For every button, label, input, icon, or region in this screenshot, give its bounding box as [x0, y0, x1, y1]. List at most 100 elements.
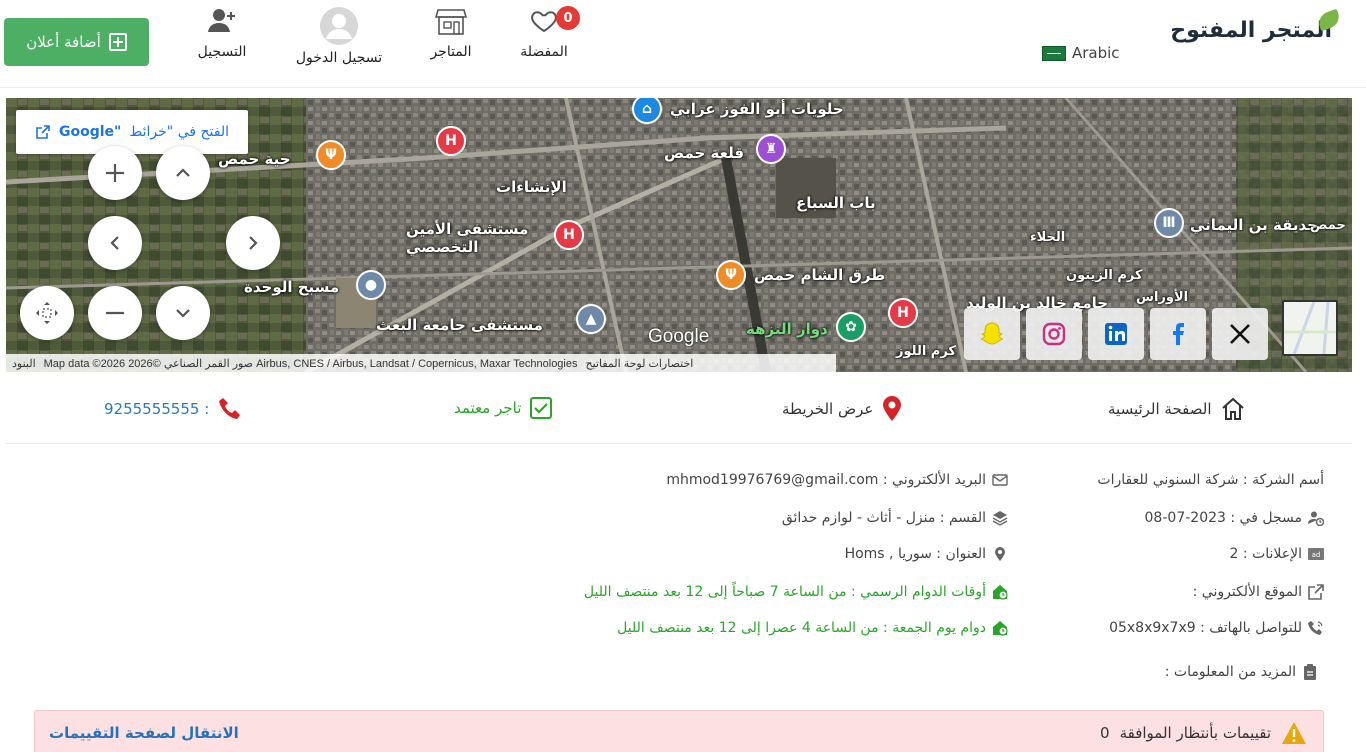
store-clock-icon: [993, 585, 1008, 600]
email-row: البريد الألكتروني : mhmod19976769@gmail.…: [666, 472, 1008, 488]
nav-register[interactable]: التسجيل: [190, 6, 254, 60]
museum-pin-icon[interactable]: Ⅲ: [1154, 208, 1184, 238]
park-pin-icon[interactable]: ✿: [836, 312, 866, 342]
phone-link[interactable]: 9255555555 :: [104, 396, 243, 422]
restaurant-pin-icon[interactable]: Ψ: [316, 140, 346, 170]
pan-up-button[interactable]: [156, 146, 210, 200]
layers-icon: [992, 511, 1008, 526]
nav-stores[interactable]: المتاجر: [420, 6, 482, 60]
go-to-reviews-link[interactable]: الانتقال لصفحة التقييمات: [49, 724, 239, 742]
more-info-row[interactable]: المزيد من المعلومات :: [1165, 664, 1318, 680]
store-icon: [435, 9, 467, 35]
keyboard-shortcuts-link[interactable]: اختصارات لوحة المفاتيح: [586, 357, 694, 370]
map-embed[interactable]: حلويات أبو الفوز عرابي قلعة حمص حية حمص …: [6, 98, 1352, 372]
address-row: العنوان : سوريا , Homs: [845, 546, 1008, 562]
instagram-icon: [1042, 322, 1066, 346]
ads-count: الإعلانات : 2: [1229, 546, 1302, 562]
open-in-google-maps-button[interactable]: Google" الفتح في "خرائط: [16, 110, 248, 154]
landmark-pin-icon[interactable]: ♜: [756, 134, 786, 164]
x-twitter-button[interactable]: [1212, 308, 1268, 360]
recenter-button[interactable]: [20, 286, 74, 340]
place-label: قلعة حمص: [664, 144, 745, 162]
company-name: أسم الشركة : شركة السنوني للعقارات: [1097, 472, 1324, 488]
language-switcher[interactable]: Arabic: [1042, 44, 1120, 62]
place-label: كرم اللوز: [896, 344, 956, 359]
google-brand-text: Google": [59, 124, 122, 140]
verified-label: تاجر معتمد: [454, 399, 522, 417]
x-icon: [1230, 324, 1250, 344]
logo-leaf-icon: [1315, 8, 1343, 32]
saudi-flag-icon: [1042, 45, 1066, 61]
zoom-out-button[interactable]: [88, 286, 142, 340]
map-thumbnail-icon: [1284, 301, 1336, 355]
place-label: حمص: [1310, 218, 1346, 233]
map-pin-icon[interactable]: ●: [356, 270, 386, 300]
home-label: الصفحة الرئيسية: [1108, 400, 1212, 418]
favorites-label: المفضلة: [520, 44, 568, 60]
home-icon: [1221, 397, 1244, 420]
registered-date-row: مسجل في : 2023-07-08: [1145, 510, 1324, 526]
chevron-left-icon: [110, 236, 119, 250]
registered-date: مسجل في : 2023-07-08: [1144, 510, 1302, 526]
more-info-label: المزيد من المعلومات :: [1164, 664, 1296, 680]
view-map-link[interactable]: عرض الخريطة: [782, 396, 903, 422]
facebook-button[interactable]: [1150, 308, 1206, 360]
category-row: القسم : منزل - أثاث - لوازم حدائق: [782, 510, 1008, 526]
nav-login[interactable]: تسجيل الدخول: [288, 6, 390, 66]
snapchat-button[interactable]: [964, 308, 1020, 360]
hospital-pin-icon[interactable]: H: [888, 298, 918, 328]
working-hours: أوقات الدوام الرسمي : من الساعة 7 صباحاً…: [583, 584, 986, 600]
ads-count-row: ad الإعلانات : 2: [1230, 546, 1324, 562]
pan-left-button[interactable]: [88, 216, 142, 270]
linkedin-button[interactable]: [1088, 308, 1144, 360]
pending-reviews-alert: الانتقال لصفحة التقييمات تقييمات بأنتظار…: [34, 710, 1324, 752]
verified-merchant-badge: تاجر معتمد: [454, 396, 553, 420]
view-map-label: عرض الخريطة: [782, 400, 874, 418]
website-label: الموقع الألكتروني :: [1192, 584, 1302, 600]
map-type-thumbnail[interactable]: [1282, 300, 1338, 356]
svg-text:ad: ad: [1312, 551, 1321, 559]
google-watermark: Google: [648, 326, 710, 347]
place-label: طرق الشام حمص: [754, 266, 886, 284]
website-row: الموقع الألكتروني :: [1193, 584, 1324, 600]
place-label: كرم الزيتون: [1066, 268, 1143, 283]
phone-contact-row: للتواصل بالهاتف : 05x8x9x7x9: [1109, 620, 1324, 636]
hospital-pin-icon[interactable]: H: [436, 126, 466, 156]
map-data-text: Map data ©2026 2026© صور القمر الصناعي A…: [43, 357, 578, 370]
university-pin-icon[interactable]: ▲: [576, 304, 606, 334]
add-ad-button[interactable]: أضافة أعلان: [4, 18, 149, 66]
plus-square-icon: [108, 33, 127, 51]
ad-icon: ad: [1308, 548, 1324, 560]
pending-reviews-count: 0: [1100, 724, 1110, 742]
place-label: الإنشاءات: [496, 178, 567, 196]
company-name-row: أسم الشركة : شركة السنوني للعقارات: [1097, 472, 1324, 488]
facebook-icon: [1173, 323, 1184, 345]
pan-right-button[interactable]: [226, 216, 280, 270]
zoom-in-button[interactable]: [88, 146, 142, 200]
home-link[interactable]: الصفحة الرئيسية: [1108, 396, 1246, 422]
phone-volume-icon: [1308, 621, 1323, 635]
pending-reviews-label: تقييمات بأنتظار الموافقة: [1119, 724, 1271, 742]
place-label: باب السباع: [796, 194, 876, 212]
open-in-google-prefix: الفتح في "خرائط: [129, 124, 229, 140]
email: البريد الألكتروني : mhmod19976769@gmail.…: [666, 472, 986, 488]
hospital-pin-icon[interactable]: H: [554, 220, 584, 250]
place-label: حديقة بن اليماني: [1190, 216, 1318, 234]
place-label: الأوراس: [1136, 290, 1189, 305]
restaurant-pin-icon[interactable]: Ψ: [716, 260, 746, 290]
user-clock-icon: [1308, 511, 1324, 526]
snapchat-icon: [980, 322, 1004, 345]
external-link-icon: [1308, 584, 1324, 600]
login-label: تسجيل الدخول: [295, 50, 383, 66]
site-logo[interactable]: المتجر المفتوح: [1170, 8, 1343, 43]
place-label: مسبح الوحدة: [244, 278, 340, 296]
pan-down-button[interactable]: [156, 286, 210, 340]
phone-number: 9255555555 :: [104, 400, 210, 418]
linkedin-icon: [1105, 323, 1127, 345]
store-actions-bar: 9255555555 : تاجر معتمد عرض الخريطة الصف…: [6, 376, 1352, 444]
terms-link[interactable]: البنود: [12, 357, 36, 370]
instagram-button[interactable]: [1026, 308, 1082, 360]
external-link-icon: [36, 125, 50, 139]
address: العنوان : سوريا , Homs: [844, 546, 986, 562]
chevron-down-icon: [176, 309, 190, 318]
